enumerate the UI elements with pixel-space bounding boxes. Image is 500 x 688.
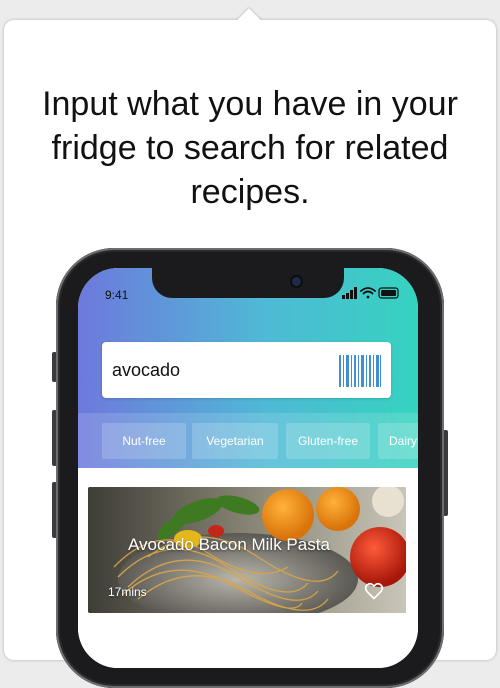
barcode-icon[interactable]: [338, 354, 382, 388]
filter-chip-nut-free[interactable]: Nut-free: [102, 423, 186, 459]
filter-chip-vegetarian[interactable]: Vegetarian: [192, 423, 278, 459]
recipe-title: Avocado Bacon Milk Pasta: [128, 535, 330, 554]
onboarding-headline: Input what you have in your fridge to se…: [42, 85, 458, 211]
recipe-list: Avocado Bacon Milk Pasta 17mins: [78, 471, 418, 668]
search-box[interactable]: [102, 342, 391, 398]
status-icons: [342, 287, 399, 299]
search-input[interactable]: [112, 358, 312, 382]
camera-icon: [292, 277, 301, 286]
phone-notch: [152, 268, 344, 298]
status-time: 9:41: [105, 288, 129, 302]
recipe-time: 17mins: [108, 585, 147, 599]
recipe-card[interactable]: Avocado Bacon Milk Pasta 17mins: [88, 487, 406, 613]
filter-chip-gluten-free[interactable]: Gluten-free: [286, 423, 370, 459]
filter-chips: Nut-free Vegetarian Gluten-free Dairy: [78, 413, 418, 471]
filter-chip-dairy[interactable]: Dairy: [378, 423, 418, 459]
heart-icon[interactable]: [364, 581, 384, 601]
battery-icon: [378, 287, 399, 299]
wifi-icon: [360, 287, 376, 299]
phone-screen: 9:41 avocado Nut-free Vegetarian Gluten-…: [78, 268, 418, 668]
signal-icon: [342, 287, 357, 299]
